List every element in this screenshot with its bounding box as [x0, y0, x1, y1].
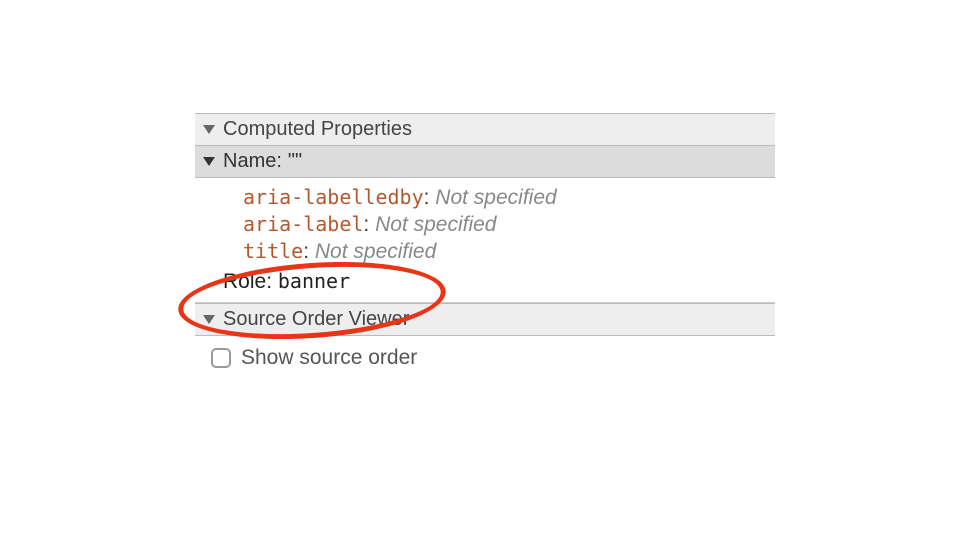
disclosure-triangle-icon [203, 125, 215, 134]
name-header[interactable]: Name: "" [195, 146, 775, 178]
name-value: "" [288, 150, 302, 173]
attr-row-title: title: Not specified [243, 238, 775, 265]
attr-key: title [243, 239, 303, 263]
role-label: Role: [223, 270, 272, 293]
attr-row-aria-label: aria-label: Not specified [243, 211, 775, 238]
name-attribute-list: aria-labelledby: Not specified aria-labe… [195, 178, 775, 269]
source-order-viewer-header[interactable]: Source Order Viewer [195, 303, 775, 336]
disclosure-triangle-icon [203, 157, 215, 166]
show-source-order-label: Show source order [241, 346, 417, 370]
attr-value: Not specified [315, 240, 436, 263]
show-source-order-row[interactable]: Show source order [195, 336, 775, 370]
computed-properties-header[interactable]: Computed Properties [195, 113, 775, 146]
checkbox-icon[interactable] [211, 348, 231, 368]
attr-row-aria-labelledby: aria-labelledby: Not specified [243, 184, 775, 211]
attr-value: Not specified [435, 186, 556, 209]
source-order-title: Source Order Viewer [223, 308, 409, 331]
name-label: Name: [223, 150, 282, 173]
attr-key: aria-labelledby [243, 185, 424, 209]
disclosure-triangle-icon [203, 315, 215, 324]
role-row: Role: banner [195, 269, 775, 303]
attr-value: Not specified [375, 213, 496, 236]
attr-key: aria-label [243, 212, 363, 236]
role-value: banner [278, 269, 350, 293]
accessibility-panel: Computed Properties Name: "" aria-labell… [195, 113, 775, 370]
computed-properties-title: Computed Properties [223, 118, 412, 141]
